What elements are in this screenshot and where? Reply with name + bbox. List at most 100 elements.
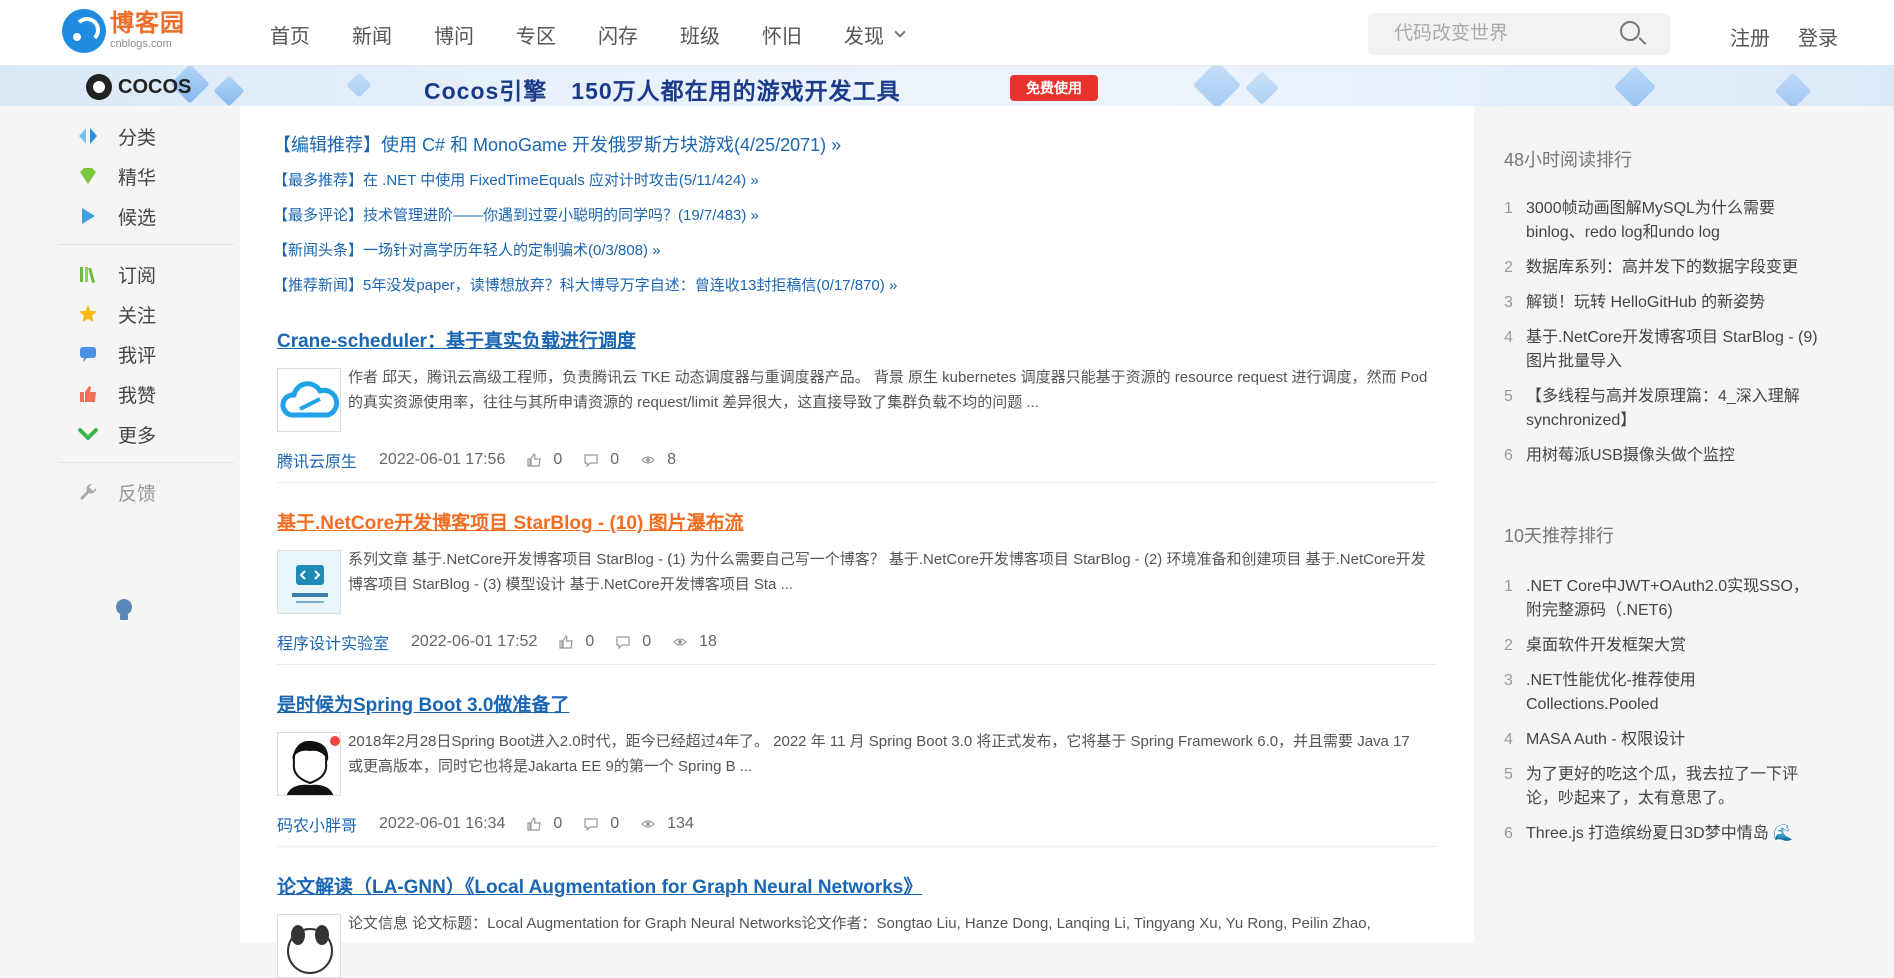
- rank-10d-item[interactable]: 5 为了更好的吃这个瓜，我去拉了一下评论，吵起来了，太有意思了。: [1504, 763, 1824, 811]
- post-views: 134: [641, 815, 694, 833]
- post-comments[interactable]: 0: [584, 815, 619, 833]
- rank-item-link[interactable]: 解锁！玩转 HelloGitHub 的新姿势: [1526, 291, 1824, 315]
- post-likes[interactable]: 0: [527, 815, 562, 833]
- post-title[interactable]: 基于.NetCore开发博客项目 StarBlog - (10) 图片瀑布流: [277, 508, 744, 535]
- rank-48h-item[interactable]: 1 3000帧动画图解MySQL为什么需要binlog、redo log和undo…: [1504, 197, 1824, 245]
- play-icon: [82, 208, 95, 224]
- post-thumbnail[interactable]: [277, 368, 341, 432]
- views-count: 8: [667, 451, 677, 468]
- post-summary: 系列文章 基于.NetCore开发博客项目 StarBlog - (1) 为什么…: [348, 551, 1426, 593]
- sidebar-item-my-likes[interactable]: 我赞: [58, 374, 234, 414]
- comments-count: 0: [610, 451, 620, 468]
- nav-discover-label: 发现: [844, 26, 884, 48]
- rank-10d-item[interactable]: 6 Three.js 打造缤纷夏日3D梦中情岛 🌊: [1504, 822, 1824, 846]
- nav-nostalgia[interactable]: 怀旧: [762, 20, 802, 49]
- post-author[interactable]: 程序设计实验室: [277, 630, 389, 654]
- banner-decoration: [1245, 71, 1279, 105]
- recommended-news-link[interactable]: 【推荐新闻】5年没发paper，读博想放弃？科大博导万字自述：曾连收13封拒稿信…: [273, 274, 897, 295]
- comment-icon: [80, 347, 96, 362]
- post-author[interactable]: 腾讯云原生: [277, 448, 357, 472]
- rank-item-link[interactable]: 为了更好的吃这个瓜，我去拉了一下评论，吵起来了，太有意思了。: [1526, 763, 1824, 811]
- search-input[interactable]: [1368, 13, 1598, 55]
- comments-count: 0: [610, 815, 620, 832]
- rank-item-link[interactable]: 桌面软件开发框架大赏: [1526, 634, 1824, 658]
- rank-10d-item[interactable]: 2 桌面软件开发框架大赏: [1504, 634, 1824, 658]
- search-icon[interactable]: [1620, 21, 1640, 41]
- rank-item-link[interactable]: 用树莓派USB摄像头做个监控: [1526, 444, 1824, 468]
- post-title[interactable]: 论文解读（LA-GNN）《Local Augmentation for Grap…: [277, 872, 922, 899]
- sidebar-item-my-comments[interactable]: 我评: [58, 334, 234, 374]
- nav-flash[interactable]: 闪存: [598, 20, 638, 49]
- post-likes[interactable]: 0: [559, 633, 594, 651]
- nav-home[interactable]: 首页: [270, 20, 310, 49]
- likes-count: 0: [553, 451, 563, 468]
- sidebar-item-subscribe[interactable]: 订阅: [58, 254, 234, 294]
- post-title[interactable]: 是时候为Spring Boot 3.0做准备了: [277, 690, 569, 717]
- post-thumbnail[interactable]: [277, 550, 341, 614]
- post-comments[interactable]: 0: [584, 451, 619, 469]
- nav-discover[interactable]: 发现: [844, 20, 906, 49]
- nav-zones[interactable]: 专区: [516, 20, 556, 49]
- rank-10d-item[interactable]: 1 .NET Core中JWT+OAuth2.0实现SSO，附完整源码（.NET6…: [1504, 575, 1824, 623]
- post-summary: 2018年2月28日Spring Boot进入2.0时代，距今已经超过4年了。 …: [348, 733, 1410, 775]
- site-logo[interactable]: 博客园 cnblogs.com: [62, 9, 185, 53]
- nav-class[interactable]: 班级: [680, 20, 720, 49]
- banner-cta-button[interactable]: 免费使用: [1010, 75, 1098, 101]
- rank-item-link[interactable]: .NET性能优化-推荐使用Collections.Pooled: [1526, 669, 1824, 717]
- star-icon: [79, 305, 97, 322]
- rank-48h-item[interactable]: 6 用树莓派USB摄像头做个监控: [1504, 444, 1824, 468]
- nav-news[interactable]: 新闻: [352, 20, 392, 49]
- post-views: 8: [641, 451, 676, 469]
- banner-decoration: [346, 72, 372, 98]
- rank-48h-item[interactable]: 5 【多线程与高并发原理篇：4_深入理解synchronized】: [1504, 385, 1824, 433]
- sidebar-item-label: 候选: [118, 207, 157, 229]
- post-thumbnail[interactable]: [277, 914, 341, 978]
- most-recommended-link[interactable]: 【最多推荐】在 .NET 中使用 FixedTimeEquals 应对计时攻击(…: [273, 169, 759, 190]
- post-likes[interactable]: 0: [527, 451, 562, 469]
- rank-item-link[interactable]: 数据库系列：高并发下的数据字段变更: [1526, 256, 1824, 280]
- rank-10d-item[interactable]: 4 MASA Auth - 权限设计: [1504, 728, 1824, 752]
- rank-item-link[interactable]: 【多线程与高并发原理篇：4_深入理解synchronized】: [1526, 385, 1824, 433]
- register-link[interactable]: 注册: [1730, 22, 1770, 51]
- ad-banner[interactable]: COCOS Cocos引擎 150万人都在用的游戏开发工具 免费使用: [0, 66, 1894, 106]
- editor-pick-link[interactable]: 【编辑推荐】使用 C# 和 MonoGame 开发俄罗斯方块游戏(4/25/20…: [273, 131, 841, 157]
- lightbulb-icon[interactable]: [114, 598, 134, 624]
- sidebar-item-category[interactable]: 分类: [58, 116, 234, 156]
- main-nav: 首页 新闻 博问 专区 闪存 班级 怀旧 发现: [270, 20, 946, 49]
- most-commented-link[interactable]: 【最多评论】技术管理进阶——你遇到过耍小聪明的同学吗？(19/7/483) »: [273, 204, 759, 225]
- rank-item-link[interactable]: Three.js 打造缤纷夏日3D梦中情岛 🌊: [1526, 822, 1824, 846]
- sidebar-divider: [58, 244, 234, 245]
- nav-questions[interactable]: 博问: [434, 20, 474, 49]
- post-summary: 论文信息 论文标题：Local Augmentation for Graph N…: [348, 915, 1371, 932]
- thumbs-up-icon: [80, 386, 96, 402]
- sidebar-item-candidate[interactable]: 候选: [58, 196, 234, 236]
- sidebar-item-featured[interactable]: 精华: [58, 156, 234, 196]
- rank-10d-item[interactable]: 3 .NET性能优化-推荐使用Collections.Pooled: [1504, 669, 1824, 717]
- comments-count: 0: [642, 633, 652, 650]
- rank-item-link[interactable]: .NET Core中JWT+OAuth2.0实现SSO，附完整源码（.NET6): [1526, 575, 1824, 623]
- eye-icon: [641, 456, 656, 464]
- post-title[interactable]: Crane-scheduler：基于真实负载进行调度: [277, 326, 636, 353]
- post-date: 2022-06-01 17:56: [379, 451, 506, 468]
- search-box: [1368, 13, 1670, 55]
- rank-item-link[interactable]: 基于.NetCore开发博客项目 StarBlog - (9) 图片批量导入: [1526, 326, 1824, 374]
- sidebar-item-following[interactable]: 关注: [58, 294, 234, 334]
- rank-item-link[interactable]: MASA Auth - 权限设计: [1526, 728, 1824, 752]
- rank-48h-item[interactable]: 4 基于.NetCore开发博客项目 StarBlog - (9) 图片批量导入: [1504, 326, 1824, 374]
- sidebar-item-feedback[interactable]: 反馈: [58, 472, 234, 512]
- rank-item-link[interactable]: 3000帧动画图解MySQL为什么需要binlog、redo log和undo …: [1526, 197, 1824, 245]
- post-comments[interactable]: 0: [616, 633, 651, 651]
- post-author[interactable]: 码农小胖哥: [277, 812, 357, 836]
- rank-48h-item[interactable]: 2 数据库系列：高并发下的数据字段变更: [1504, 256, 1824, 280]
- sidebar-item-label: 关注: [118, 305, 157, 327]
- likes-count: 0: [585, 633, 595, 650]
- thumbs-up-icon: [559, 635, 574, 649]
- sidebar-item-more[interactable]: 更多: [58, 414, 234, 454]
- banner-decoration: [1192, 66, 1242, 106]
- post-divider: [277, 482, 1437, 483]
- login-link[interactable]: 登录: [1798, 22, 1838, 51]
- news-headline-link[interactable]: 【新闻头条】一场针对高学历年轻人的定制骗术(0/3/808) »: [273, 239, 661, 260]
- banner-decoration: [213, 75, 245, 106]
- rank-48h-item[interactable]: 3 解锁！玩转 HelloGitHub 的新姿势: [1504, 291, 1824, 315]
- post-thumbnail[interactable]: [277, 732, 341, 796]
